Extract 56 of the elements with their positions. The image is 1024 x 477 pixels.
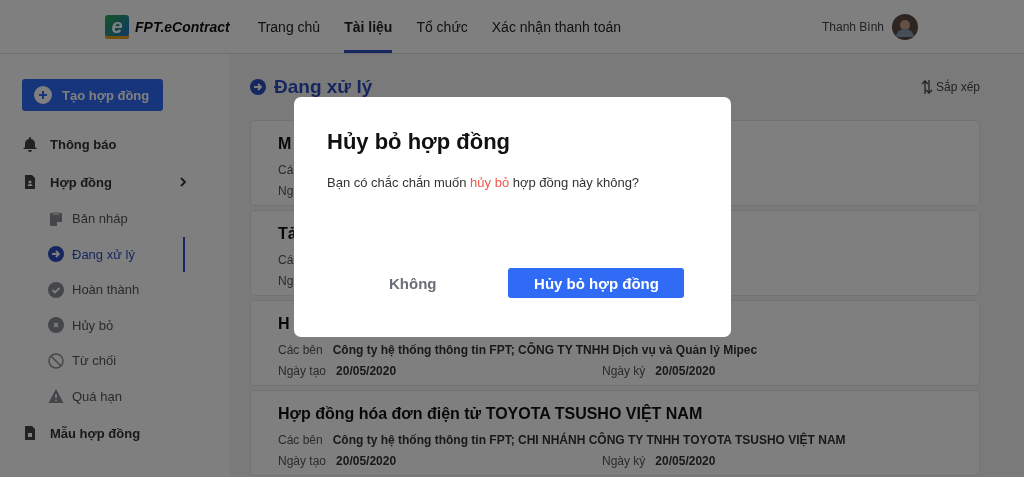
field-label: Ngày tạo bbox=[278, 453, 327, 468]
page-title: Đang xử lý bbox=[274, 76, 373, 98]
sidebar-item[interactable]: Mẫu hợp đồng bbox=[22, 414, 187, 452]
contract-title: M bbox=[278, 135, 292, 153]
check-circle-icon bbox=[48, 281, 64, 298]
dialog-title: Hủy bỏ hợp đồng bbox=[327, 129, 512, 155]
field-label: Ngày ký bbox=[602, 363, 646, 378]
plus-circle-icon bbox=[34, 86, 52, 104]
field-label: Ng bbox=[278, 273, 294, 288]
field-label: Các bên bbox=[278, 342, 323, 357]
ban-icon bbox=[48, 352, 64, 369]
nav-tab[interactable]: Xác nhận thanh toán bbox=[491, 0, 621, 53]
document-icon bbox=[22, 425, 38, 441]
sidebar-subitem[interactable]: Hủy bỏ bbox=[48, 307, 185, 343]
nav-tab[interactable]: Tổ chức bbox=[416, 0, 468, 53]
logo-icon: e bbox=[105, 14, 129, 39]
field-value: Công ty hệ thống thông tin FPT; CÔNG TY TNHH Dịch vụ và Quản lý Mipec bbox=[332, 342, 758, 357]
dialog-message: Bạn có chắc chắn muốn hủy bỏ hợp đồng này không? bbox=[327, 175, 641, 190]
nav-tab[interactable]: Trang chủ bbox=[257, 0, 321, 53]
field-value: 20/05/2020 bbox=[336, 453, 397, 468]
field-value: 20/05/2020 bbox=[655, 363, 716, 378]
sidebar-subitem[interactable]: Hoàn thành bbox=[48, 272, 185, 308]
contract-title: Hợp đồng hóa đơn điện tử TOYOTA TSUSHO VIỆT NAM bbox=[278, 405, 703, 423]
sidebar-subitem[interactable]: Bản nháp bbox=[48, 201, 185, 237]
field-label: Ng bbox=[278, 183, 294, 198]
clipboard-icon bbox=[48, 210, 64, 227]
confirm-cancel-button[interactable]: Hủy bỏ hợp đồng bbox=[508, 268, 685, 298]
field-value: Công ty hệ thống thông tin FPT; CHI NHÁNH CÔNG TY TNHH TOYOTA TSUSHO VIỆT NAM bbox=[332, 432, 846, 447]
avatar[interactable] bbox=[892, 13, 918, 40]
field-label: Các bên bbox=[278, 432, 323, 447]
field-value: 20/05/2020 bbox=[655, 453, 716, 468]
sort-icon bbox=[920, 79, 933, 95]
document-icon bbox=[22, 174, 38, 190]
arrow-circle-icon bbox=[250, 79, 266, 95]
bell-icon bbox=[22, 136, 38, 152]
field-label: Cá bbox=[278, 252, 294, 267]
warning-icon bbox=[48, 388, 64, 405]
field-label: Ngày tạo bbox=[278, 363, 327, 378]
arrow-circle-icon bbox=[48, 246, 64, 263]
cancel-button[interactable]: Không bbox=[389, 270, 437, 296]
field-label: Cá bbox=[278, 162, 294, 177]
logo-text: FPT.eContract bbox=[135, 18, 230, 35]
contract-title: H bbox=[278, 315, 290, 333]
sidebar-item[interactable]: Hợp đồng bbox=[22, 163, 187, 201]
sidebar-item[interactable]: Thông báo bbox=[22, 125, 187, 163]
create-contract-button[interactable]: Tạo hợp đồng bbox=[22, 79, 163, 111]
sidebar-subitem[interactable]: Quá hạn bbox=[48, 378, 185, 414]
contract-card[interactable]: Hợp đồng hóa đơn điện tử TOYOTA TSUSHO VIỆT NAM Các bên Công ty hệ thống thông tin FPT; CHI NHÁNH CÔNG TY TNHH TOYOTA TSUSHO VIỆT NAM Ngày tạo 20/05/2020 Ngày ký 20/05/2020 bbox=[250, 390, 980, 476]
sidebar-subitem[interactable]: Từ chối bbox=[48, 343, 185, 379]
field-label: Ngày ký bbox=[602, 453, 646, 468]
sidebar-subitem[interactable]: Đang xử lý bbox=[48, 236, 185, 272]
chevron-right-icon bbox=[179, 177, 187, 187]
field-value: 20/05/2020 bbox=[336, 363, 397, 378]
user-name: Thanh Bình bbox=[821, 19, 884, 34]
x-circle-icon bbox=[48, 317, 64, 334]
sort-button[interactable]: Sắp xếp bbox=[920, 79, 980, 95]
